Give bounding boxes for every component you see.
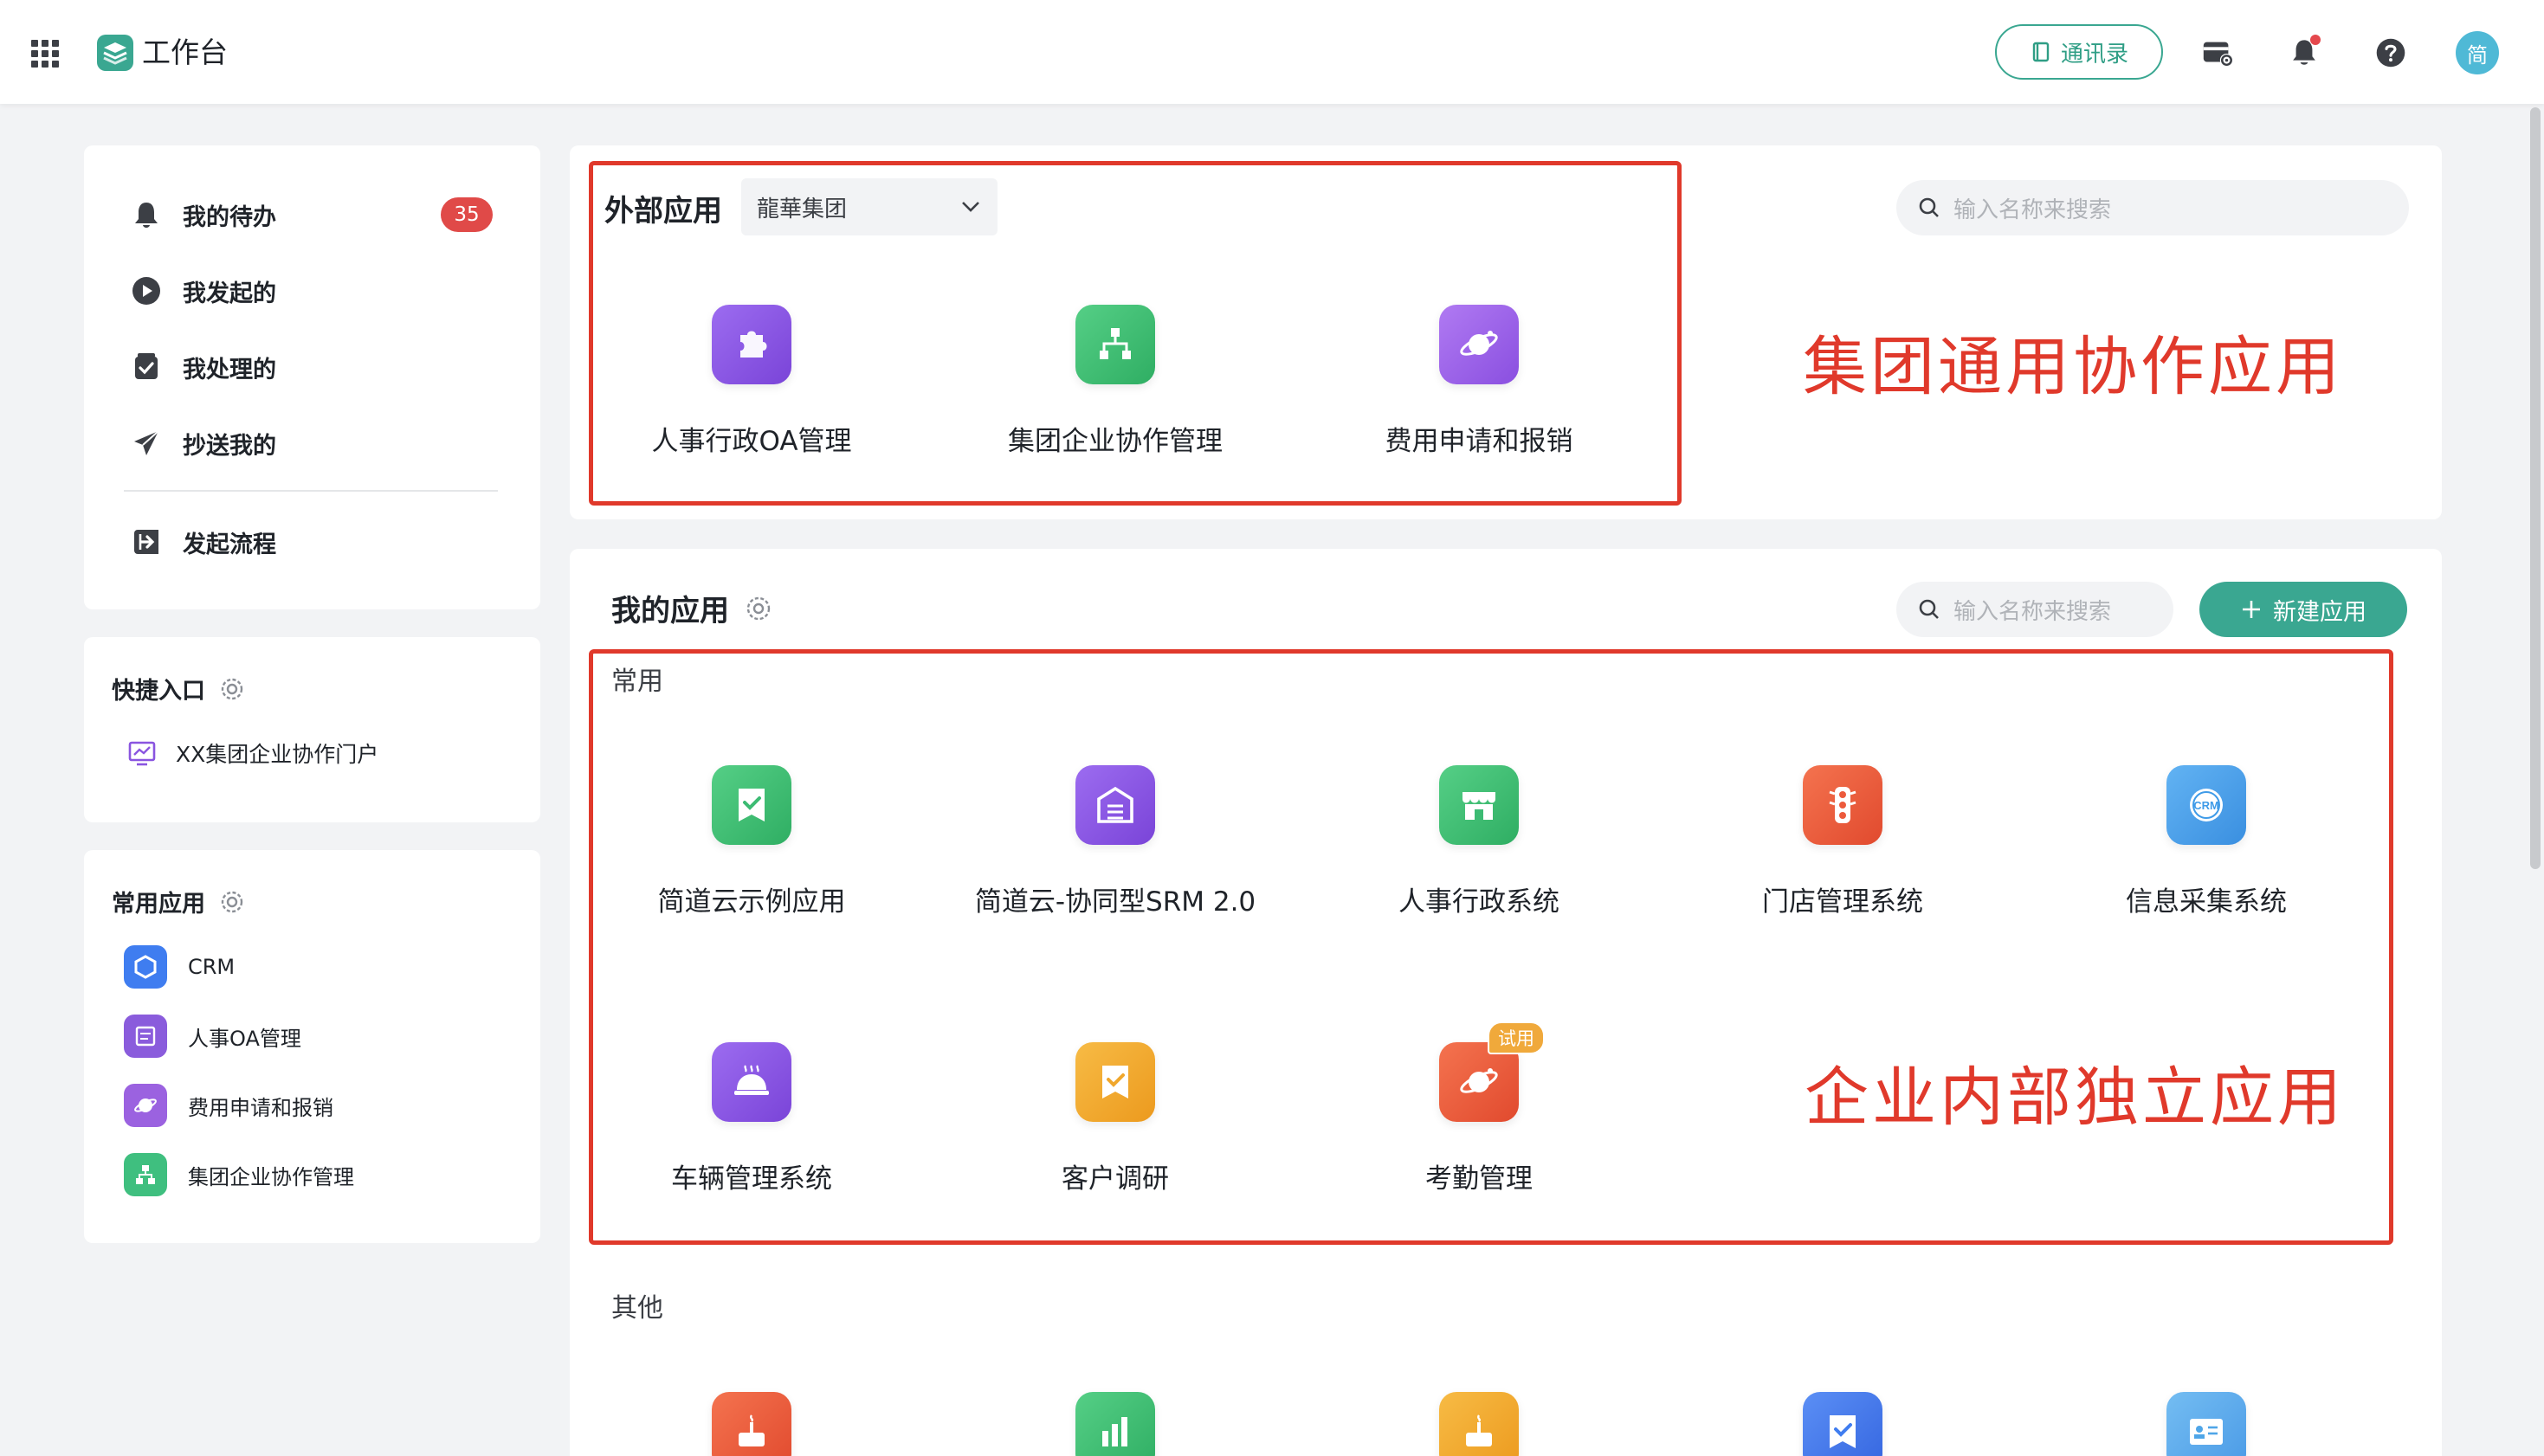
check-bookmark-icon	[1803, 1392, 1882, 1456]
planet-icon	[124, 1084, 167, 1127]
user-avatar[interactable]: 简	[2456, 31, 2499, 74]
task-nav-card: 我的待办 35 我发起的 我处理的 抄送我的 发起流程	[84, 145, 540, 609]
favorite-app-label: CRM	[188, 955, 236, 979]
gear-icon[interactable]	[743, 593, 774, 624]
nav-divider	[124, 490, 498, 492]
annotation-internal: 企业内部独立应用	[1805, 1060, 2345, 1135]
monitor-chart-icon	[128, 741, 156, 766]
search-icon	[1919, 197, 1939, 217]
org-chart-icon	[124, 1153, 167, 1196]
nav-item-todo[interactable]: 我的待办	[131, 190, 276, 239]
nav-item-label: 抄送我的	[183, 432, 276, 460]
new-app-label: 新建应用	[2273, 598, 2366, 626]
gear-icon[interactable]	[217, 887, 247, 917]
quick-entry-title: 快捷入口	[112, 678, 205, 705]
inbox-check-icon	[135, 353, 158, 379]
contacts-button[interactable]: 通讯录	[1995, 24, 2163, 80]
top-bar: 工作台 通讯录 简	[0, 0, 2544, 104]
app-grid-icon[interactable]	[31, 40, 59, 68]
favorite-apps-card: 常用应用 CRM 人事OA管理 费用申请和报销 集团企业协作管理	[84, 850, 540, 1243]
address-book-icon	[2032, 42, 2050, 62]
other-group-label: 其他	[611, 1293, 663, 1324]
nav-item-label: 我处理的	[183, 356, 276, 383]
hexagon-icon	[124, 945, 167, 989]
annotation-external: 集团通用协作应用	[1803, 330, 2343, 404]
page-scrollbar[interactable]	[2530, 107, 2541, 869]
nav-item-cc[interactable]: 抄送我的	[131, 419, 276, 467]
start-flow-label: 发起流程	[183, 531, 276, 558]
favorite-apps-title: 常用应用	[112, 891, 205, 918]
start-flow-icon	[134, 530, 158, 554]
quick-entry-card: 快捷入口 XX集团企业协作门户	[84, 637, 540, 822]
plus-icon	[2243, 601, 2260, 618]
nav-item-handled[interactable]: 我处理的	[131, 343, 276, 391]
notification-button[interactable]	[2286, 35, 2322, 71]
help-icon	[2376, 38, 2405, 68]
workbench-logo-icon	[97, 35, 133, 71]
oa-icon	[124, 1015, 167, 1058]
search-placeholder: 输入名称来搜索	[1953, 598, 2112, 625]
favorite-app-label: 集团企业协作管理	[188, 1164, 354, 1189]
my-apps-header: 我的应用	[611, 587, 774, 629]
send-icon	[134, 430, 159, 455]
cake-icon	[1439, 1392, 1519, 1456]
todo-count-badge: 35	[441, 197, 493, 232]
favorite-app-label: 费用申请和报销	[188, 1095, 333, 1120]
my-apps-search-input[interactable]: 输入名称来搜索	[1896, 582, 2173, 637]
nav-item-initiated[interactable]: 我发起的	[131, 267, 276, 315]
other-app-tile[interactable]	[1661, 1392, 2024, 1456]
portal-link[interactable]: XX集团企业协作门户	[127, 738, 378, 769]
card-settings-icon	[2203, 42, 2234, 68]
help-button[interactable]	[2373, 35, 2409, 71]
favorite-app-hr-oa[interactable]: 人事OA管理	[124, 1015, 301, 1058]
card-settings-button[interactable]	[2199, 35, 2236, 71]
start-flow-link[interactable]: 发起流程	[131, 518, 276, 566]
bar-chart-icon	[1075, 1392, 1155, 1456]
annotation-box-external	[589, 161, 1682, 506]
nav-item-label: 我发起的	[183, 280, 276, 307]
play-circle-icon	[132, 277, 160, 305]
bell-icon	[135, 203, 158, 228]
nav-item-label: 我的待办	[183, 203, 276, 231]
other-app-tile[interactable]	[1297, 1392, 1661, 1456]
favorite-app-label: 人事OA管理	[188, 1026, 301, 1051]
my-apps-title: 我的应用	[611, 594, 729, 628]
cake-icon	[712, 1392, 791, 1456]
external-search-input[interactable]: 输入名称来搜索	[1896, 180, 2409, 235]
id-card-icon	[2166, 1392, 2246, 1456]
quick-entry-header: 快捷入口	[112, 672, 247, 705]
other-app-tile[interactable]	[570, 1392, 933, 1456]
portal-link-label: XX集团企业协作门户	[176, 742, 379, 767]
favorite-app-expense[interactable]: 费用申请和报销	[124, 1084, 333, 1127]
favorite-app-collab[interactable]: 集团企业协作管理	[124, 1153, 354, 1196]
favorite-apps-header: 常用应用	[112, 885, 247, 918]
app-title: 工作台	[142, 35, 228, 69]
contacts-label: 通讯录	[2060, 41, 2128, 68]
other-app-tile[interactable]	[2024, 1392, 2388, 1456]
other-app-tile[interactable]	[933, 1392, 1297, 1456]
new-app-button[interactable]: 新建应用	[2199, 582, 2407, 637]
search-icon	[1919, 599, 1939, 619]
annotation-box-internal	[589, 649, 2393, 1245]
gear-icon[interactable]	[217, 674, 247, 704]
favorite-app-crm[interactable]: CRM	[124, 945, 235, 989]
search-placeholder: 输入名称来搜索	[1953, 196, 2112, 223]
notification-dot	[2310, 35, 2321, 45]
